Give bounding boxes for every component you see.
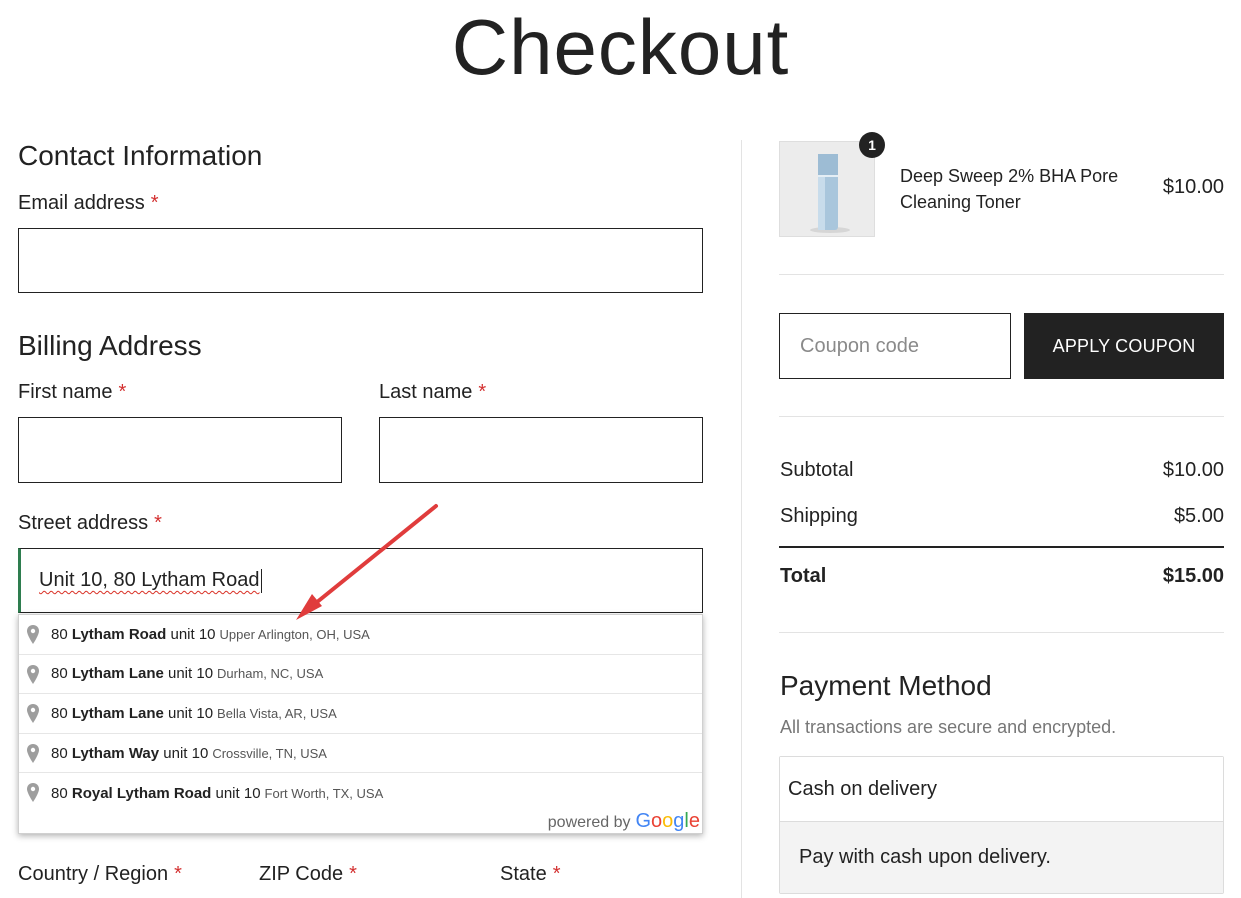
zip-label: ZIP Code * — [259, 863, 357, 886]
payment-subtitle: All transactions are secure and encrypte… — [780, 717, 1117, 737]
suggestion-unit: unit 10 — [168, 665, 214, 683]
autocomplete-suggestion[interactable]: 80 Lytham Lane unit 10 Durham, NC, USA — [19, 655, 702, 695]
suggestion-unit: unit 10 — [170, 625, 216, 643]
suggestion-number: 80 — [51, 665, 68, 683]
powered-by-text: powered by — [547, 814, 631, 831]
suggestion-number: 80 — [51, 704, 68, 722]
total-value: $15.00 — [1162, 565, 1224, 587]
summary-divider — [779, 632, 1224, 633]
map-pin-icon — [27, 625, 39, 644]
required-mark: * — [349, 863, 357, 885]
total-divider — [779, 546, 1224, 548]
suggestion-number: 80 — [51, 784, 68, 802]
autocomplete-suggestion[interactable]: 80 Lytham Lane unit 10 Bella Vista, AR, U… — [19, 694, 702, 734]
suggestion-street: Lytham Way — [71, 744, 160, 762]
product-thumbnail — [779, 141, 875, 237]
last-name-label: Last name * — [379, 381, 486, 404]
suggestion-street: Lytham Road — [71, 625, 167, 643]
autocomplete-suggestion[interactable]: 80 Royal Lytham Road unit 10 Fort Worth, … — [19, 773, 702, 813]
suggestion-number: 80 — [51, 744, 68, 762]
map-pin-icon — [27, 704, 39, 724]
summary-divider — [779, 416, 1224, 417]
product-name: Deep Sweep 2% BHA Pore Cleaning Toner — [900, 166, 1119, 212]
payment-option-description: Pay with cash upon delivery. — [780, 822, 1223, 893]
street-address-value: Unit 10, 80 Lytham Road — [39, 569, 260, 591]
street-label-text: Street address — [18, 512, 149, 534]
required-mark: * — [118, 381, 127, 403]
toner-bottle-image — [810, 154, 850, 233]
map-pin-icon — [27, 743, 39, 763]
apply-coupon-button[interactable]: APPLY COUPON — [1024, 313, 1224, 379]
billing-heading: Billing Address — [18, 330, 202, 361]
email-label: Email address * — [18, 192, 159, 215]
coupon-code-input[interactable]: Coupon code — [779, 313, 1011, 379]
suggestion-number: 80 — [51, 625, 68, 643]
autocomplete-suggestion[interactable]: 80 Lytham Way unit 10 Crossville, TN, USA — [19, 734, 702, 774]
required-mark: * — [174, 863, 182, 885]
summary-divider — [779, 274, 1224, 275]
email-input[interactable] — [18, 228, 703, 293]
shipping-label: Shipping — [780, 505, 858, 527]
first-name-label-text: First name — [18, 381, 113, 403]
suggestion-unit: unit 10 — [168, 704, 214, 722]
quantity-badge: 1 — [859, 132, 885, 158]
powered-by-google: powered by Google — [548, 810, 700, 833]
map-pin-icon — [27, 783, 39, 803]
suggestion-place: Bella Vista, AR, USA — [217, 705, 337, 721]
google-logo: Google — [635, 810, 700, 832]
subtotal-label: Subtotal — [780, 459, 854, 481]
text-caret — [260, 568, 262, 593]
suggestion-place: Upper Arlington, OH, USA — [219, 626, 370, 642]
email-label-text: Email address — [18, 192, 145, 214]
last-name-input[interactable] — [379, 417, 703, 483]
country-label-text: Country / Region — [18, 863, 169, 885]
contact-heading: Contact Information — [18, 140, 263, 171]
state-label: State * — [500, 863, 561, 886]
zip-label-text: ZIP Code — [259, 863, 344, 885]
required-mark: * — [150, 192, 159, 214]
suggestion-unit: unit 10 — [215, 784, 261, 802]
suggestion-street: Royal Lytham Road — [71, 784, 212, 802]
suggestion-street: Lytham Lane — [71, 665, 164, 683]
suggestion-street: Lytham Lane — [71, 704, 164, 722]
required-mark: * — [552, 863, 561, 885]
payment-heading: Payment Method — [780, 670, 992, 701]
subtotal-value: $10.00 — [1162, 459, 1224, 481]
suggestion-place: Crossville, TN, USA — [212, 745, 327, 761]
page-title: Checkout — [451, 3, 790, 91]
suggestion-place: Fort Worth, TX, USA — [264, 785, 384, 801]
autocomplete-suggestion[interactable]: 80 Lytham Road unit 10 Upper Arlington, O… — [19, 615, 702, 655]
last-name-label-text: Last name — [379, 381, 473, 403]
street-address-input[interactable]: Unit 10, 80 Lytham Road — [18, 548, 703, 613]
required-mark: * — [478, 381, 487, 403]
first-name-input[interactable] — [18, 417, 342, 483]
column-divider — [741, 140, 742, 898]
total-label: Total — [780, 565, 827, 587]
suggestion-place: Durham, NC, USA — [217, 666, 324, 682]
first-name-label: First name * — [18, 381, 126, 404]
shipping-value: $5.00 — [1173, 505, 1224, 527]
map-pin-icon — [27, 664, 39, 684]
payment-option-cod[interactable]: Cash on delivery — [780, 757, 1223, 822]
address-autocomplete-dropdown: 80 Lytham Road unit 10 Upper Arlington, O… — [18, 614, 703, 834]
product-price: $10.00 — [1162, 176, 1224, 198]
state-label-text: State — [500, 863, 547, 885]
suggestion-unit: unit 10 — [163, 744, 209, 762]
street-label: Street address * — [18, 512, 162, 535]
required-mark: * — [154, 512, 162, 534]
payment-methods: Cash on delivery Pay with cash upon deli… — [779, 756, 1224, 894]
country-label: Country / Region * — [18, 863, 182, 886]
